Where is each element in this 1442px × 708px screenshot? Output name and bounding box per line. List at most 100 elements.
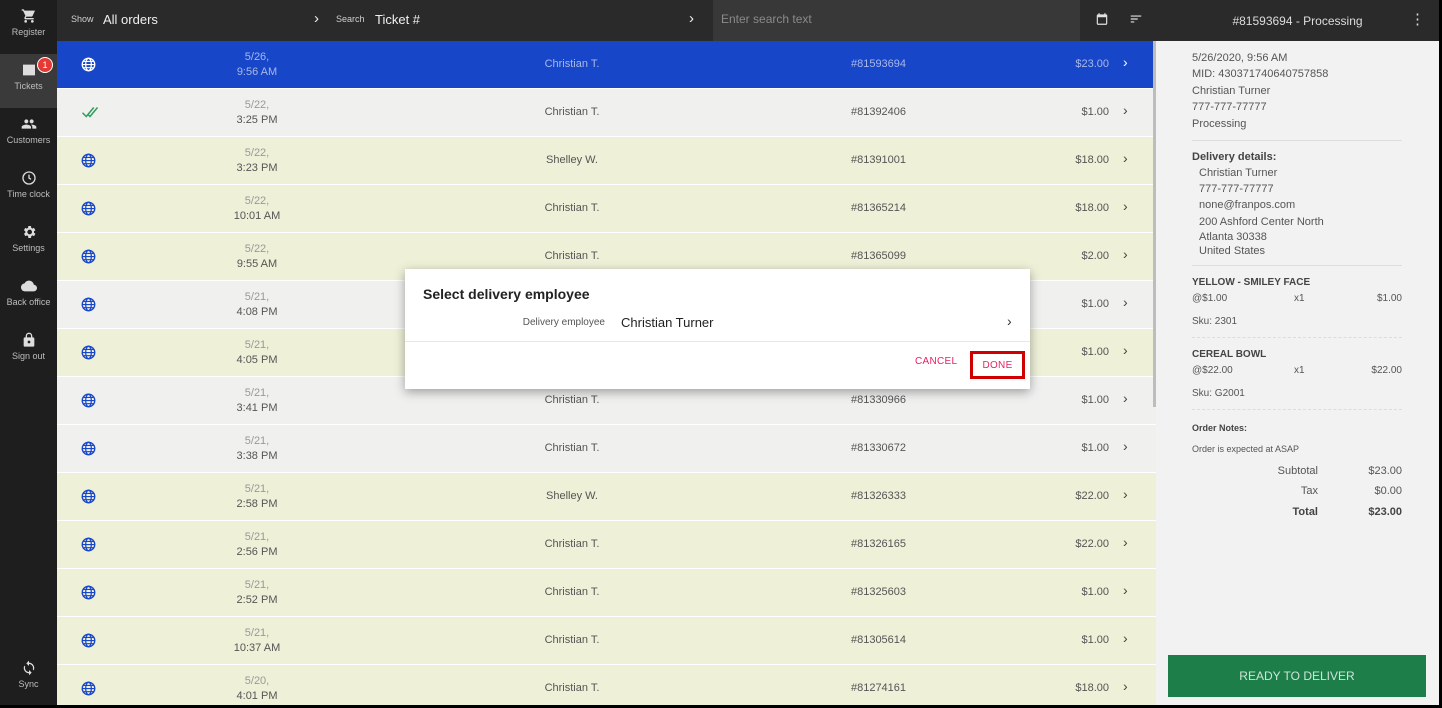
chevron-right-icon[interactable]: ›: [1123, 438, 1128, 454]
ticket-amount: $22.00: [1075, 538, 1109, 550]
chevron-right-icon[interactable]: ›: [314, 10, 319, 27]
filter-bar: Show All orders › Search Ticket # ›: [57, 0, 1156, 41]
sidebar-item-customers[interactable]: Customers: [0, 108, 57, 162]
ticket-id: #81392406: [850, 106, 907, 118]
chevron-right-icon[interactable]: ›: [1123, 534, 1128, 550]
more-vert-icon[interactable]: ⋮: [1410, 10, 1425, 28]
globe-icon: [81, 153, 96, 168]
delivery-employee-select[interactable]: Christian Turner: [621, 315, 713, 330]
ticket-time: 2:56 PM: [236, 546, 278, 558]
table-row[interactable]: 5/22, 3:25 PM Christian T. #81392406 $1.00 ›: [57, 89, 1156, 137]
ticket-time: 3:38 PM: [236, 450, 278, 462]
ticket-amount: $1.00: [1081, 106, 1109, 118]
ticket-time: 3:41 PM: [236, 402, 278, 414]
table-row[interactable]: 5/21, 2:52 PM Christian T. #81325603 $1.00 ›: [57, 569, 1156, 617]
table-row[interactable]: 5/21, 2:58 PM Shelley W. #81326333 $22.00 ›: [57, 473, 1156, 521]
ticket-customer: Christian T.: [544, 202, 600, 214]
ticket-time: 4:01 PM: [236, 690, 278, 702]
ticket-datetime: 5/22, 10:01 AM: [197, 194, 317, 224]
table-row[interactable]: 5/22, 10:01 AM Christian T. #81365214 $18.00…: [57, 185, 1156, 233]
chevron-right-icon[interactable]: ›: [1123, 342, 1128, 358]
ticket-datetime: 5/22, 9:55 AM: [197, 242, 317, 272]
search-field-selector[interactable]: Ticket #: [375, 12, 420, 27]
chevron-right-icon[interactable]: ›: [1007, 313, 1012, 329]
table-row[interactable]: 5/21, 3:38 PM Christian T. #81330672 $1.00 ›: [57, 425, 1156, 473]
ticket-date: 5/22,: [244, 195, 270, 207]
ticket-date: 5/26,: [244, 51, 270, 63]
ticket-time: 10:37 AM: [233, 642, 281, 654]
chevron-right-icon[interactable]: ›: [1123, 294, 1128, 310]
ready-to-deliver-button[interactable]: READY TO DELIVER: [1168, 655, 1426, 697]
clock-icon: [21, 171, 36, 185]
globe-icon: [81, 201, 96, 216]
sidebar-item-sync[interactable]: Sync: [0, 652, 57, 706]
sidebar-item-time-clock[interactable]: Time clock: [0, 162, 57, 216]
subtotal-value: $23.00: [1368, 465, 1402, 477]
ticket-customer: Christian T.: [544, 634, 600, 646]
gear-icon: [23, 226, 35, 238]
ticket-id: #81330672: [850, 442, 907, 454]
delivery-country: United States: [1199, 245, 1266, 257]
order-status: Processing: [1192, 118, 1247, 130]
cancel-button[interactable]: CANCEL: [915, 356, 957, 367]
sidebar: Register 1 Tickets Customers Time clock …: [0, 0, 57, 705]
chevron-right-icon[interactable]: ›: [689, 10, 694, 27]
sidebar-item-settings[interactable]: Settings: [0, 216, 57, 270]
sidebar-item-tickets[interactable]: 1 Tickets: [0, 54, 57, 108]
ticket-date: 5/22,: [244, 147, 270, 159]
order-mid: MID: 430371740640757858: [1192, 68, 1329, 80]
ticket-time: 2:52 PM: [236, 594, 278, 606]
chevron-right-icon[interactable]: ›: [1123, 102, 1128, 118]
sidebar-item-register[interactable]: Register: [0, 0, 57, 54]
chevron-right-icon[interactable]: ›: [1123, 246, 1128, 262]
customer-phone: 777-777-77777: [1192, 101, 1267, 113]
tax-value: $0.00: [1374, 485, 1402, 497]
select-delivery-employee-dialog: Select delivery employee Delivery employ…: [405, 269, 1030, 389]
divider: [1192, 265, 1402, 266]
done-button[interactable]: DONE: [970, 351, 1025, 379]
ticket-customer: Christian T.: [544, 586, 600, 598]
ticket-datetime: 5/21, 3:38 PM: [197, 434, 317, 464]
divider: [1192, 140, 1402, 141]
item-sku: Sku: G2001: [1192, 388, 1245, 399]
ticket-time: 3:25 PM: [236, 114, 278, 126]
delivery-name: Christian Turner: [1199, 167, 1278, 179]
chevron-right-icon[interactable]: ›: [1123, 678, 1128, 694]
table-row[interactable]: 5/20, 4:01 PM Christian T. #81274161 $18.00 ›: [57, 665, 1156, 705]
show-filter[interactable]: All orders: [103, 12, 158, 27]
table-row[interactable]: 5/21, 2:56 PM Christian T. #81326165 $22.00 ›: [57, 521, 1156, 569]
search-input[interactable]: [721, 12, 1061, 26]
chevron-right-icon[interactable]: ›: [1123, 54, 1128, 70]
chevron-right-icon[interactable]: ›: [1123, 486, 1128, 502]
table-row[interactable]: 5/22, 3:23 PM Shelley W. #81391001 $18.00 ›: [57, 137, 1156, 185]
globe-icon: [81, 681, 96, 696]
ticket-time: 4:05 PM: [236, 354, 278, 366]
sidebar-item-back-office[interactable]: Back office: [0, 270, 57, 324]
chevron-right-icon[interactable]: ›: [1123, 198, 1128, 214]
chevron-right-icon[interactable]: ›: [1123, 150, 1128, 166]
ticket-icon: [22, 64, 35, 76]
ticket-time: 4:08 PM: [236, 306, 278, 318]
sidebar-item-sign-out[interactable]: Sign out: [0, 324, 57, 378]
ticket-date: 5/21,: [244, 579, 270, 591]
chevron-right-icon[interactable]: ›: [1123, 630, 1128, 646]
ticket-id: #81365099: [850, 250, 907, 262]
ticket-amount: $1.00: [1081, 394, 1109, 406]
chevron-right-icon[interactable]: ›: [1123, 390, 1128, 406]
item-price: @$22.00: [1192, 365, 1233, 376]
delivery-city: Atlanta 30338: [1199, 231, 1267, 243]
chevron-right-icon[interactable]: ›: [1123, 582, 1128, 598]
sort-icon[interactable]: [1129, 12, 1143, 26]
item-name: CEREAL BOWL: [1192, 349, 1267, 360]
ticket-datetime: 5/20, 4:01 PM: [197, 674, 317, 704]
table-row[interactable]: 5/21, 10:37 AM Christian T. #81305614 $1.00 ›: [57, 617, 1156, 665]
item-total: $22.00: [1371, 365, 1402, 376]
ticket-date: 5/21,: [244, 387, 270, 399]
tax-label: Tax: [1300, 485, 1318, 497]
calendar-icon[interactable]: [1095, 12, 1109, 26]
show-label: Show: [71, 14, 94, 24]
ticket-datetime: 5/21, 4:05 PM: [197, 338, 317, 368]
globe-icon: [81, 489, 96, 504]
table-row[interactable]: 5/26, 9:56 AM Christian T. #81593694 $23.00 ›: [57, 41, 1156, 89]
ticket-date: 5/22,: [244, 99, 270, 111]
